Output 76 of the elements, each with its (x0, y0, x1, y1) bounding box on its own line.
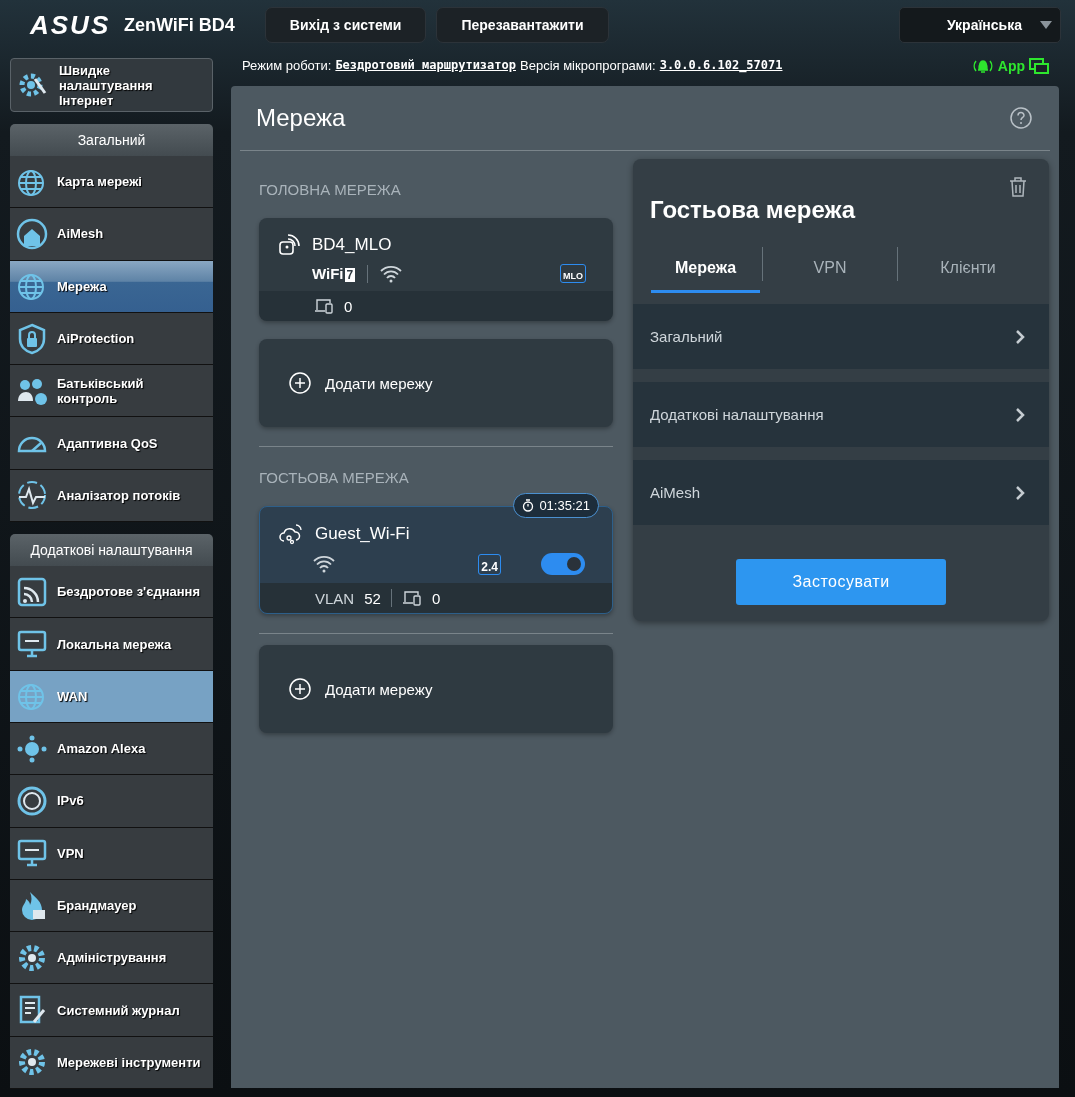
chevron-right-icon (1015, 484, 1025, 501)
sidebar-item[interactable]: Карта мережі (10, 156, 213, 209)
monitor-icon[interactable] (1029, 58, 1049, 76)
wifi-icon (16, 575, 48, 608)
settings-row[interactable]: Загальний (633, 304, 1049, 369)
sidebar-item[interactable]: Системний журнал (10, 984, 213, 1037)
wifi-icon (313, 555, 335, 573)
panel-title: Гостьова мережа (649, 196, 857, 224)
model-name: ZenWiFi BD4 (124, 14, 235, 36)
add-network-button[interactable]: Додати мережу (259, 645, 613, 733)
help-icon[interactable] (1010, 107, 1032, 129)
operation-mode-link[interactable]: Бездротовий маршрутизатор (335, 58, 516, 72)
timer-badge: 01:35:21 (513, 493, 599, 518)
plus-icon (289, 678, 311, 700)
band-badge: 2.4 (478, 553, 501, 575)
sidebar-item[interactable]: Мережеві інструменти (10, 1036, 213, 1090)
toggle-switch[interactable] (541, 553, 585, 575)
client-count: 0 (344, 297, 353, 315)
house-icon (16, 217, 48, 250)
sidebar-section-header: Загальний (10, 124, 213, 156)
sidebar-item[interactable]: Адаптивна QoS (10, 417, 213, 470)
sidebar-item[interactable]: Мережа (10, 260, 213, 313)
sidebar-item[interactable]: AiMesh (10, 208, 213, 261)
client-count: 0 (431, 589, 441, 607)
section-heading: ГОЛОВНА МЕРЕЖА (259, 181, 401, 198)
trash-icon[interactable] (1009, 176, 1027, 198)
sidebar-item[interactable]: Amazon Alexa (10, 722, 213, 776)
firmware-label: Версія мікропрограми: (520, 58, 656, 73)
section-heading: ГОСТЬОВА МЕРЕЖА (259, 469, 409, 486)
sidebar-item[interactable]: Адміністрування (10, 932, 213, 985)
sidebar-section-header: Додаткові налаштування (10, 534, 213, 567)
network-name: BD4_MLO (312, 235, 392, 255)
settings-row[interactable]: AiMesh (633, 460, 1049, 525)
header-button[interactable]: Вихід з системи (264, 7, 427, 43)
operation-mode-label: Режим роботи: (242, 58, 332, 73)
brand-logo: ASUS (30, 9, 112, 41)
wifi-standard-badge: WiFi 7 (312, 265, 356, 282)
router-icon (278, 234, 300, 256)
page-title: Мережа (256, 104, 346, 132)
sidebar-item[interactable]: Локальна мережа (10, 618, 213, 671)
tab[interactable]: VPN (765, 245, 895, 293)
pulse-icon (16, 479, 48, 512)
sidebar-item[interactable]: Бездротове з'єднання (10, 566, 213, 619)
bell-icon[interactable] (971, 58, 994, 74)
stopwatch-icon (522, 499, 535, 512)
band-badge: MLO (560, 264, 586, 283)
vlan-label: VLAN (315, 589, 355, 607)
vlan-number: 52 (364, 589, 381, 607)
wifi-icon (380, 264, 403, 283)
firmware-link[interactable]: 3.0.0.6.102_57071 (659, 58, 783, 72)
header-button[interactable]: Перезавантажити (436, 7, 609, 43)
add-network-button[interactable]: Додати мережу (259, 339, 613, 427)
monitor-icon (16, 628, 48, 660)
caret-icon (1040, 21, 1052, 29)
devices-icon (401, 590, 422, 606)
sidebar-item[interactable]: Аналізатор потоків (10, 469, 213, 523)
cloud-icon (279, 523, 303, 545)
language-select[interactable]: Українська (899, 7, 1061, 43)
shield-icon (16, 322, 48, 355)
ring-icon (16, 784, 48, 817)
devices-icon (314, 298, 334, 314)
sidebar-item[interactable]: IPv6 (10, 775, 213, 828)
sidebar-item[interactable]: Брандмауер (10, 879, 213, 933)
sidebar-item[interactable]: VPN (10, 827, 213, 880)
app-label[interactable]: App (997, 58, 1025, 74)
chevron-right-icon (1015, 406, 1025, 423)
quick-setup-button[interactable]: Швидке налаштування Інтернет (10, 58, 213, 112)
tab[interactable]: Мережа (651, 245, 760, 293)
settings-row[interactable]: Додаткові налаштування (633, 382, 1049, 447)
sidebar-item[interactable]: Батьківський контроль (10, 365, 213, 418)
network-card[interactable]: BD4_MLO WiFi 7 MLO 0 (259, 218, 613, 321)
chevron-right-icon (1015, 328, 1025, 345)
plus-icon (289, 372, 311, 394)
tab[interactable]: Клієнти (900, 245, 1036, 293)
sidebar-item[interactable]: AiProtection (10, 312, 213, 366)
network-name: Guest_Wi-Fi (315, 524, 410, 544)
